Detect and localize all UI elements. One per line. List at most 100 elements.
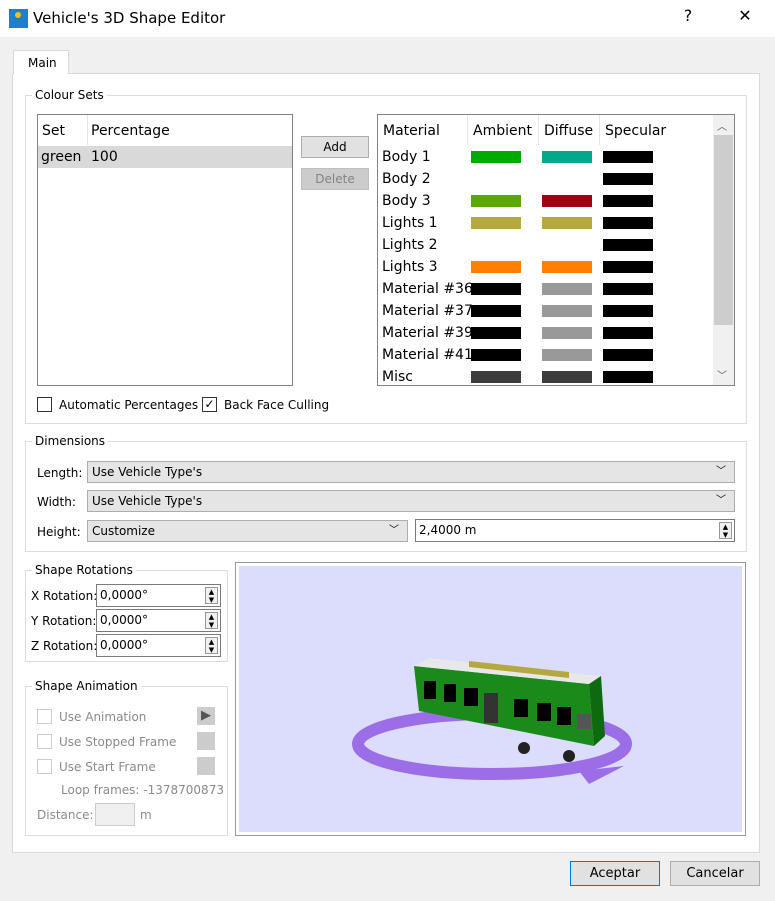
ok-button[interactable]: Aceptar [570,861,660,886]
material-name: Body 1 [382,149,431,165]
height-input-value: 2,4000 m [419,523,477,537]
header-specular[interactable]: Specular [605,123,666,139]
specular-swatch[interactable] [603,217,653,229]
spinner-arrows-icon[interactable]: ▲ ▼ [205,637,218,654]
material-row[interactable]: Lights 3 [378,256,713,278]
use-start-frame-checkbox[interactable] [37,759,52,774]
material-row[interactable]: Material #36 [378,278,713,300]
z-rotation-value: 0,0000° [100,638,148,652]
material-row[interactable]: Body 1 [378,146,713,168]
length-value: Use Vehicle Type's [92,465,203,479]
play-icon[interactable]: ▶ [197,707,215,725]
spinner-arrows-icon[interactable]: ▲ ▼ [719,522,732,539]
auto-percentages-label: Automatic Percentages [59,398,199,412]
y-rotation-input[interactable]: 0,0000° ▲ ▼ [96,609,221,632]
spinner-arrows-icon[interactable]: ▲ ▼ [205,612,218,629]
diffuse-swatch[interactable] [542,283,592,295]
use-stopped-frame-checkbox[interactable] [37,734,52,749]
ambient-swatch[interactable] [471,217,521,229]
ambient-swatch[interactable] [471,305,521,317]
header-percentage[interactable]: Percentage [91,123,170,139]
y-rotation-label: Y Rotation: [31,614,97,628]
diffuse-swatch[interactable] [542,371,592,383]
height-input[interactable]: 2,4000 m ▲ ▼ [415,519,735,542]
scroll-up-icon[interactable]: ︿ [717,118,727,133]
material-name: Lights 2 [382,237,438,253]
material-row[interactable]: Body 2 [378,168,713,190]
ambient-swatch[interactable] [471,283,521,295]
cancel-button[interactable]: Cancelar [670,861,760,886]
back-face-culling-checkbox[interactable]: ✓ [202,397,217,412]
stopped-frame-button[interactable] [197,732,215,750]
material-name: Material #39 [382,325,473,341]
height-label: Height: [37,525,81,539]
header-material[interactable]: Material [383,123,440,139]
scrollbar[interactable]: ︿ ﹀ [713,115,734,385]
material-row[interactable]: Misc [378,366,713,385]
preview-frame[interactable] [235,562,746,836]
diffuse-swatch[interactable] [542,349,592,361]
header-ambient[interactable]: Ambient [473,123,532,139]
window-title: Vehicle's 3D Shape Editor [33,9,226,27]
3d-preview[interactable] [239,566,742,832]
x-rotation-input[interactable]: 0,0000° ▲ ▼ [96,584,221,607]
material-row[interactable]: Lights 1 [378,212,713,234]
start-frame-button[interactable] [197,757,215,775]
specular-swatch[interactable] [603,239,653,251]
ambient-swatch[interactable] [471,349,521,361]
header-diffuse[interactable]: Diffuse [544,123,593,139]
specular-swatch[interactable] [603,151,653,163]
ambient-swatch[interactable] [471,151,521,163]
specular-swatch[interactable] [603,327,653,339]
width-select[interactable]: Use Vehicle Type's ﹀ [87,490,735,512]
diffuse-swatch[interactable] [542,217,592,229]
scrollbar-thumb[interactable] [714,135,733,325]
specular-swatch[interactable] [603,349,653,361]
specular-swatch[interactable] [603,371,653,383]
title-bar: Vehicle's 3D Shape Editor ? ✕ [0,0,775,37]
width-label: Width: [37,495,76,509]
ambient-swatch[interactable] [471,195,521,207]
specular-swatch[interactable] [603,283,653,295]
diffuse-swatch[interactable] [542,195,592,207]
specular-swatch[interactable] [603,195,653,207]
material-name: Material #37 [382,303,473,319]
distance-input[interactable] [95,803,135,826]
use-stopped-frame-label: Use Stopped Frame [59,735,177,749]
material-row[interactable]: Body 3 [378,190,713,212]
specular-swatch[interactable] [603,173,653,185]
material-row[interactable]: Material #37 [378,300,713,322]
diffuse-swatch[interactable] [542,261,592,273]
scroll-down-icon[interactable]: ﹀ [717,367,727,382]
tab-main[interactable]: Main [13,50,69,74]
diffuse-swatch[interactable] [542,151,592,163]
materials-table[interactable]: Material Ambient Diffuse Specular Body 1… [377,114,735,386]
material-row[interactable]: Material #39 [378,322,713,344]
header-set[interactable]: Set [42,123,65,139]
diffuse-swatch[interactable] [542,305,592,317]
close-button[interactable]: ✕ [730,6,760,25]
delete-button[interactable]: Delete [301,168,369,190]
use-animation-label: Use Animation [59,710,147,724]
app-icon [9,9,28,28]
spinner-arrows-icon[interactable]: ▲ ▼ [205,587,218,604]
length-select[interactable]: Use Vehicle Type's ﹀ [87,461,735,483]
help-button[interactable]: ? [673,6,703,25]
z-rotation-input[interactable]: 0,0000° ▲ ▼ [96,634,221,657]
loop-frames-text: Loop frames: -1378700873 [61,783,224,797]
use-animation-checkbox[interactable] [37,709,52,724]
specular-swatch[interactable] [603,261,653,273]
specular-swatch[interactable] [603,305,653,317]
set-row[interactable]: green 100 [38,146,292,168]
material-row[interactable]: Material #41 [378,344,713,366]
add-button[interactable]: Add [301,136,369,158]
animation-label: Shape Animation [32,679,141,693]
ambient-swatch[interactable] [471,327,521,339]
sets-list[interactable]: Set Percentage green 100 [37,114,293,386]
diffuse-swatch[interactable] [542,327,592,339]
ambient-swatch[interactable] [471,261,521,273]
material-row[interactable]: Lights 2 [378,234,713,256]
ambient-swatch[interactable] [471,371,521,383]
auto-percentages-checkbox[interactable] [37,397,52,412]
height-select[interactable]: Customize ﹀ [87,520,408,542]
